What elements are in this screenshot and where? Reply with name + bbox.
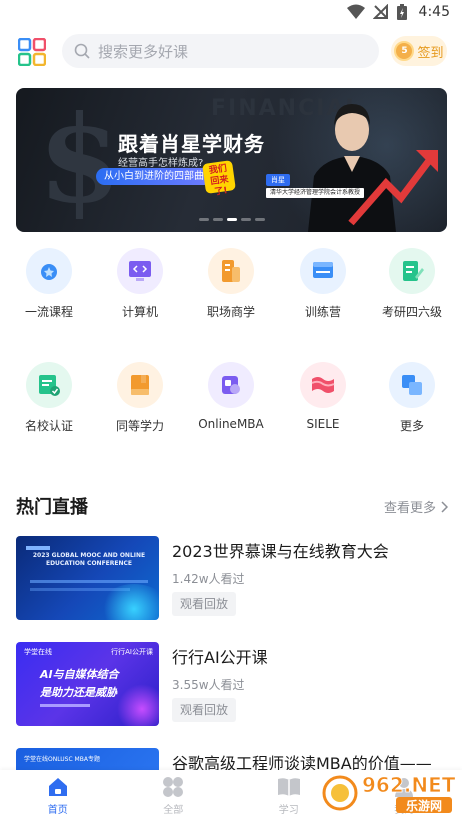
category-label: 一流课程	[24, 305, 73, 319]
category-label: 名校认证	[24, 419, 73, 433]
category-label: OnlineMBA	[198, 417, 264, 431]
nav-label: 全部	[163, 805, 184, 816]
live-title[interactable]: 2023世界慕课与在线教育大会	[172, 538, 389, 562]
certificate-icon	[26, 362, 72, 408]
status-time: 4:45	[418, 4, 450, 20]
mba-icon	[208, 362, 254, 408]
live-title[interactable]: 谷歌高级工程师谈读MBA的价值——	[172, 750, 432, 770]
book-open-icon	[277, 778, 300, 796]
search-placeholder: 搜索更多好课	[98, 42, 189, 61]
svg-text:962.NET: 962.NET	[362, 773, 456, 797]
signal-off-icon	[372, 4, 388, 19]
site-watermark-logo: 962.NET 乐游网	[322, 773, 456, 813]
category-label: 更多	[399, 419, 424, 433]
banner-dot[interactable]	[254, 218, 265, 221]
coin-icon: 5	[394, 41, 415, 61]
search-icon	[74, 43, 90, 59]
watch-replay-button[interactable]: 观看回放	[172, 592, 237, 616]
category-bootcamp[interactable]: 训练营	[278, 248, 368, 320]
top-header: 搜索更多好课 5 签到	[0, 32, 462, 72]
more-squares-icon	[389, 362, 435, 408]
category-label: 计算机	[121, 305, 158, 319]
live-thumbnail[interactable]: 学堂在线 行行AI公开课 AI与自媒体结合 是助力还是威胁	[16, 642, 159, 726]
conference-logo-icon	[26, 546, 50, 550]
grid-icon	[163, 777, 184, 797]
battery-icon	[396, 4, 407, 20]
banner-pill: 从小白到进阶的四部曲	[96, 168, 212, 185]
live-thumbnail[interactable]: 2023 GLOBAL MOOC AND ONLINE EDUCATION CO…	[16, 536, 159, 620]
banner-pagination	[16, 218, 447, 221]
banner-dot-active[interactable]	[226, 218, 237, 221]
category-more[interactable]: 更多	[367, 362, 457, 434]
flag-icon	[300, 362, 346, 408]
live-item[interactable]: 学堂在线 行行AI公开课 AI与自媒体结合 是助力还是威胁 行行AI公开课 3.…	[16, 642, 448, 730]
svg-text:乐游网: 乐游网	[406, 798, 442, 813]
instructor-name-tag: 肖星	[266, 174, 290, 186]
banner-badge: 我们 回来了!	[202, 160, 236, 198]
category-label: 同等学力	[115, 419, 164, 433]
category-first-class[interactable]: 一流课程	[4, 248, 94, 320]
chevron-right-icon	[441, 500, 448, 513]
banner-dot[interactable]	[198, 218, 209, 221]
thumbnail-line1: AI与自媒体结合	[40, 668, 119, 681]
category-equivalent[interactable]: 同等学力	[95, 362, 185, 434]
notebook-pen-icon	[389, 248, 435, 294]
category-label: 考研四六级	[381, 305, 442, 319]
nav-label: 学习	[278, 805, 299, 816]
category-siele[interactable]: SIELE	[278, 362, 368, 431]
book-icon	[117, 362, 163, 408]
thumbnail-glow	[117, 684, 159, 726]
promo-banner[interactable]: $ FINANCIAL 跟着肖星学财务 经营高手怎样炼成? 从小白到进阶的四部曲…	[16, 88, 447, 232]
growth-arrow-icon	[348, 150, 438, 226]
thumbnail-header: 学堂在线	[24, 648, 52, 656]
section-title-hot-live: 热门直播	[16, 497, 88, 518]
thumbnail-line	[40, 704, 90, 707]
status-bar: 4:45	[0, 0, 462, 26]
category-business[interactable]: 职场商学	[186, 248, 276, 320]
category-exams[interactable]: 考研四六级	[367, 248, 457, 320]
thumbnail-tag: 行行AI公开课	[111, 648, 153, 656]
category-label: 职场商学	[206, 305, 255, 319]
banner-title: 跟着肖星学财务	[118, 132, 265, 156]
banner-dot[interactable]	[240, 218, 251, 221]
category-certification[interactable]: 名校认证	[4, 362, 94, 434]
board-icon	[300, 248, 346, 294]
watch-replay-button[interactable]: 观看回放	[172, 698, 237, 722]
instructor-desc: 清华大学经济管理学院会计系教授	[266, 188, 365, 198]
home-icon	[48, 778, 67, 796]
see-more-link[interactable]: 查看更多	[384, 497, 448, 516]
checkin-label: 签到	[417, 45, 444, 61]
live-item[interactable]: 2023 GLOBAL MOOC AND ONLINE EDUCATION CO…	[16, 536, 448, 624]
category-online-mba[interactable]: OnlineMBA	[186, 362, 276, 431]
search-input[interactable]: 搜索更多好课	[62, 34, 379, 68]
banner-subtitle: 经营高手怎样炼成?	[118, 158, 204, 169]
live-item[interactable]: 学堂在线ONLUSC MBA专题 谷歌高级工程师谈读MBA的价值——	[16, 748, 448, 770]
nav-home[interactable]: 首页	[0, 770, 116, 821]
category-label: SIELE	[306, 417, 340, 431]
banner-dot[interactable]	[212, 218, 223, 221]
briefcase-icon	[208, 248, 254, 294]
nav-label: 首页	[47, 805, 68, 816]
nav-all[interactable]: 全部	[116, 770, 232, 821]
live-title[interactable]: 行行AI公开课	[172, 644, 268, 668]
medal-icon	[26, 248, 72, 294]
thumbnail-header: 学堂在线ONLUSC MBA专题	[24, 756, 100, 763]
category-label: 训练营	[304, 305, 341, 319]
dollar-icon: $	[38, 89, 122, 230]
live-view-count: 3.55w人看过	[172, 678, 245, 692]
thumbnail-text: 2023 GLOBAL MOOC AND ONLINE EDUCATION CO…	[32, 552, 146, 567]
category-computer[interactable]: 计算机	[95, 248, 185, 320]
app-logo-icon[interactable]	[18, 38, 46, 66]
code-screen-icon	[117, 248, 163, 294]
thumbnail-line2: 是助力还是威胁	[40, 686, 117, 699]
thumbnail-line	[30, 580, 148, 583]
live-view-count: 1.42w人看过	[172, 572, 245, 586]
live-thumbnail[interactable]: 学堂在线ONLUSC MBA专题	[16, 748, 159, 770]
see-more-label: 查看更多	[383, 501, 436, 516]
wifi-icon	[346, 4, 365, 19]
checkin-button[interactable]: 5 签到	[391, 36, 447, 66]
